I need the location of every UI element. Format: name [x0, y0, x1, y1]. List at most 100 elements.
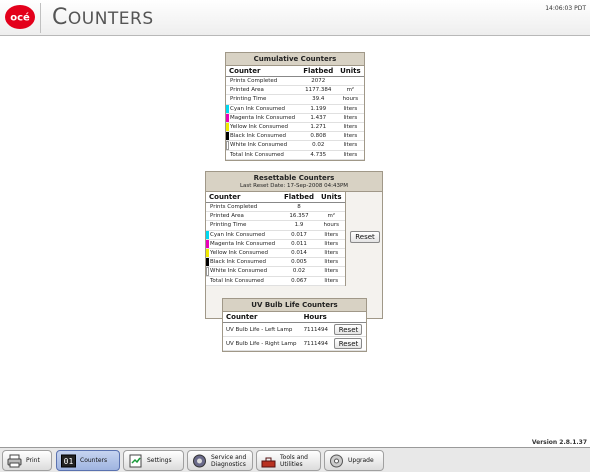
- uv-lamp-action-cell: Reset: [331, 336, 366, 351]
- counter-label: Magenta Ink Consumed: [210, 240, 276, 247]
- counter-value: 0.014: [280, 248, 318, 259]
- table-row: Printing Time 1.9 hours: [206, 220, 345, 231]
- table-row: Yellow Ink Consumed 1.271 liters: [226, 122, 364, 133]
- counter-name-printed-area: Printed Area: [226, 85, 300, 96]
- tab-label: Service and Diagnostics: [211, 453, 247, 468]
- clock: 14:06:03 PDT: [545, 5, 586, 12]
- uv-lamp-name: UV Bulb Life - Right Lamp: [223, 336, 301, 351]
- upgrade-icon: [329, 454, 344, 468]
- reset-left-lamp-button[interactable]: Reset: [334, 324, 363, 335]
- counter-label: Yellow Ink Consumed: [210, 250, 268, 257]
- column-header-flatbed: Flatbed: [299, 66, 337, 77]
- column-header-counter: Counter: [223, 312, 301, 323]
- page-title-initial: C: [52, 5, 68, 30]
- counter-unit: hours: [336, 94, 364, 105]
- counter-name-printing-time: Printing Time: [226, 94, 300, 105]
- tab-settings[interactable]: Settings: [123, 450, 184, 471]
- tab-print[interactable]: Print: [2, 450, 52, 471]
- counter-value: 0.067: [280, 276, 318, 286]
- table-row: Magenta Ink Consumed 0.011 liters: [206, 239, 345, 249]
- counter-unit: liters: [336, 140, 364, 151]
- table-header-row: Counter Flatbed Units: [206, 192, 345, 203]
- ink-color-swatch: [226, 104, 229, 113]
- table-row: Magenta Ink Consumed 1.437 liters: [226, 113, 364, 123]
- column-header-units: Units: [317, 192, 345, 203]
- cumulative-counters-body: Prints Completed 2072 Printed Area 1177.384…: [226, 76, 364, 160]
- counter-label: Black Ink Consumed: [230, 133, 286, 140]
- counter-value: 1177.384: [299, 85, 337, 96]
- counter-label: Total Ink Consumed: [230, 151, 284, 158]
- counter-label: Printed Area: [230, 87, 264, 94]
- counter-value: 4.735: [299, 150, 337, 160]
- uv-lamp-hours: 7111494: [300, 336, 332, 351]
- counter-label: Prints Completed: [210, 204, 258, 211]
- settings-icon: [128, 454, 143, 468]
- counter-label: Black Ink Consumed: [210, 259, 266, 266]
- tab-tools-and-utilities[interactable]: Tools and Utilities: [256, 450, 321, 471]
- table-row: White Ink Consumed 0.02 liters: [226, 140, 364, 151]
- column-header-hours: Hours: [300, 312, 332, 323]
- bottom-tab-bar: Print 01 Counters Settings Service and Diagn…: [0, 447, 590, 472]
- header-divider: [40, 3, 41, 33]
- table-row: Yellow Ink Consumed 0.014 liters: [206, 248, 345, 259]
- ink-color-swatch: [206, 267, 209, 276]
- counter-label: Cyan Ink Consumed: [230, 105, 286, 112]
- counter-value: 0.808: [299, 131, 337, 142]
- counter-unit: liters: [336, 104, 364, 114]
- counter-name-prints-completed: Prints Completed: [226, 76, 300, 87]
- table-row: Cyan Ink Consumed 0.017 liters: [206, 230, 345, 240]
- counter-label: White Ink Consumed: [210, 268, 268, 275]
- counter-value: 1.9: [280, 220, 318, 231]
- table-header-row: Counter Hours: [223, 312, 366, 323]
- counter-unit: m²: [336, 85, 364, 96]
- uv-bulb-life-title: UV Bulb Life Counters: [223, 299, 366, 312]
- counter-value: 39.4: [299, 94, 337, 105]
- counter-label: Yellow Ink Consumed: [230, 124, 288, 131]
- ink-color-swatch: [206, 258, 209, 267]
- ink-color-swatch: [226, 113, 229, 122]
- column-header-units: Units: [336, 66, 364, 77]
- ink-color-swatch: [226, 141, 229, 150]
- table-row: Black Ink Consumed 0.808 liters: [226, 131, 364, 142]
- reset-right-lamp-button[interactable]: Reset: [334, 338, 363, 349]
- counter-name-printed-area: Printed Area: [206, 211, 281, 222]
- counter-label: Printing Time: [230, 96, 267, 103]
- tab-upgrade[interactable]: Upgrade: [324, 450, 384, 471]
- service-icon: [192, 454, 207, 468]
- version-label: Version 2.8.1.37: [531, 439, 587, 446]
- table-row: Prints Completed 2072: [226, 76, 364, 87]
- table-row: Cyan Ink Consumed 1.199 liters: [226, 104, 364, 114]
- uv-bulb-life-table: Counter Hours UV Bulb Life - Left Lamp 71…: [223, 312, 366, 351]
- counter-name-black-ink-consumed: Black Ink Consumed: [226, 131, 300, 142]
- counter-name-total-ink-consumed: Total Ink Consumed: [206, 276, 281, 286]
- counter-label: Prints Completed: [230, 78, 278, 85]
- counter-value: 1.199: [299, 104, 337, 114]
- counter-value: 1.437: [299, 113, 337, 123]
- counter-label: Printing Time: [210, 222, 247, 229]
- table-row: Total Ink Consumed 0.067 liters: [206, 276, 345, 286]
- table-row: Printed Area 16.357 m²: [206, 211, 345, 222]
- tab-service-and-diagnostics[interactable]: Service and Diagnostics: [187, 450, 253, 471]
- cumulative-counters-title: Cumulative Counters: [226, 53, 364, 66]
- svg-text:01: 01: [64, 457, 74, 466]
- counter-value: 0.02: [280, 266, 318, 277]
- counter-name-printing-time: Printing Time: [206, 220, 281, 231]
- page-title: COUNTERS: [52, 5, 154, 30]
- counter-unit: liters: [317, 266, 345, 277]
- tab-label: Counters: [80, 457, 108, 464]
- counter-value: 0.011: [280, 239, 318, 249]
- column-header-flatbed: Flatbed: [280, 192, 318, 203]
- resettable-counters-panel: Resettable Counters Last Reset Date: 17-…: [205, 171, 383, 319]
- counter-name-cyan-ink-consumed: Cyan Ink Consumed: [206, 230, 281, 240]
- counter-name-prints-completed: Prints Completed: [206, 202, 281, 213]
- reset-resettable-counters-button[interactable]: Reset: [350, 231, 380, 243]
- logo-text: océ: [10, 12, 30, 24]
- counter-value: 1.271: [299, 122, 337, 133]
- table-row: UV Bulb Life - Right Lamp 7111494 Reset: [223, 336, 366, 351]
- counter-name-cyan-ink-consumed: Cyan Ink Consumed: [226, 104, 300, 114]
- counter-unit: liters: [336, 131, 364, 142]
- tab-counters[interactable]: 01 Counters: [56, 450, 120, 471]
- cumulative-counters-panel: Cumulative Counters Counter Flatbed Unit…: [225, 52, 365, 161]
- counter-name-total-ink-consumed: Total Ink Consumed: [226, 150, 300, 160]
- table-row: Printing Time 39.4 hours: [226, 94, 364, 105]
